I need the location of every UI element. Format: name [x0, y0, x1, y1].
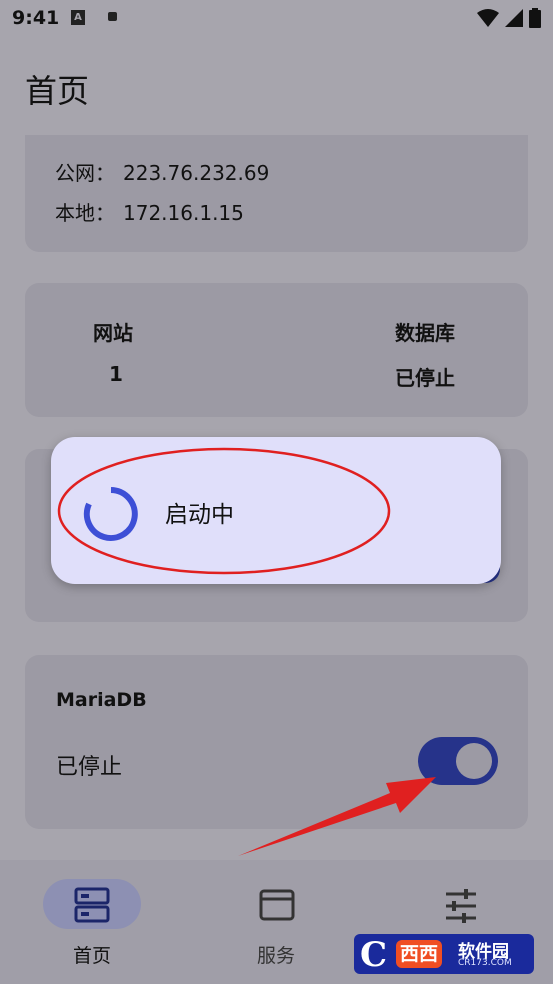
watermark-brand: 西西 — [396, 940, 443, 968]
mariadb-status: 已停止 — [56, 755, 123, 780]
ip-address-card: 公网： 223.76.232.69 本地： 172.16.1.15 — [25, 135, 528, 252]
watermark-letter: C — [360, 935, 388, 975]
stats-card[interactable]: 网站 1 数据库 已停止 — [25, 283, 528, 417]
mariadb-name: MariaDB — [56, 689, 147, 711]
status-time: 9:41 — [12, 7, 60, 29]
toggle-knob — [456, 743, 492, 779]
watermark-logo: C 西西 软件园 CR173.COM — [354, 934, 534, 975]
screen: 9:41 A 首页 公网： 223.76.232.69 本地： 172.16.1.1… — [0, 0, 553, 984]
status-icons — [477, 6, 541, 30]
local-ip-value: 172.16.1.15 — [123, 201, 244, 225]
sliders-icon[interactable] — [444, 889, 478, 923]
local-ip-row: 本地： 172.16.1.15 — [55, 197, 244, 226]
notification-dot-icon — [108, 12, 117, 21]
watermark-url: CR173.COM — [458, 958, 512, 968]
page-title: 首页 — [25, 72, 90, 110]
website-count-value: 1 — [109, 362, 123, 386]
public-ip-value: 223.76.232.69 — [123, 161, 270, 185]
public-ip-label: 公网： — [55, 161, 115, 185]
annotation-ellipse — [57, 447, 391, 575]
status-bar: 9:41 A — [0, 0, 553, 38]
wifi-icon — [477, 9, 499, 27]
battery-icon — [529, 8, 541, 28]
public-ip-row: 公网： 223.76.232.69 — [55, 157, 269, 186]
local-ip-label: 本地： — [55, 201, 115, 225]
window-icon[interactable] — [259, 889, 295, 921]
notification-a-icon: A — [71, 10, 85, 25]
server-icon — [74, 887, 110, 923]
nav-label-services[interactable]: 服务 — [257, 941, 295, 968]
nav-label-home[interactable]: 首页 — [73, 941, 111, 968]
database-status-label: 数据库 — [395, 321, 455, 345]
database-status-value: 已停止 — [395, 366, 455, 390]
annotation-arrow — [238, 777, 436, 856]
website-count-label: 网站 — [93, 321, 133, 345]
cellular-signal-icon — [505, 9, 523, 27]
